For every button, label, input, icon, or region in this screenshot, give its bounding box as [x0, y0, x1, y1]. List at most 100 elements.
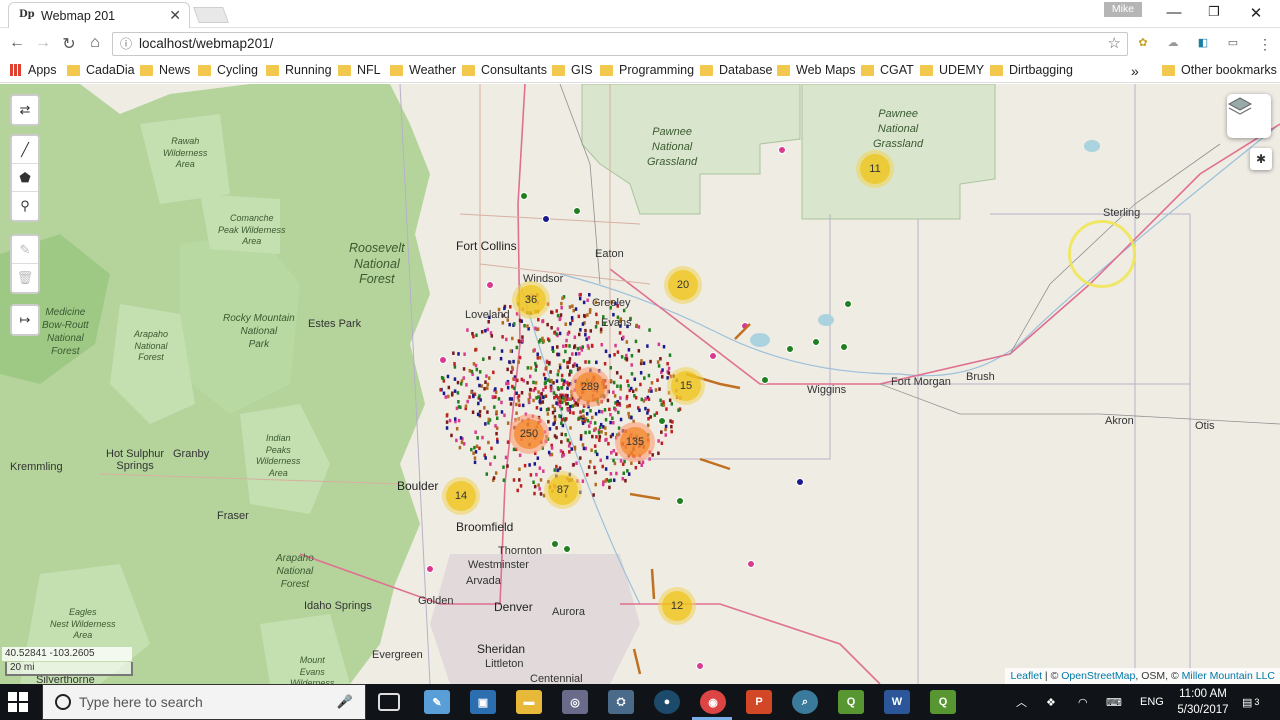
browser-tab-active[interactable]: Dp Webmap 201 ✕ — [8, 2, 190, 28]
task-view-icon[interactable] — [378, 693, 400, 711]
extension-icon[interactable]: ◧ — [1194, 36, 1212, 52]
powerpoint-icon[interactable]: P — [746, 690, 772, 714]
window-close-icon[interactable]: ✕ — [1244, 4, 1268, 22]
edit-icon[interactable]: ✎ — [12, 236, 38, 264]
map-feature-line[interactable] — [629, 492, 661, 501]
microphone-icon[interactable]: 🎤 — [337, 694, 353, 710]
polyline-icon[interactable]: ╱ — [12, 136, 38, 164]
osm-link[interactable]: OpenStreetMap — [1061, 670, 1135, 682]
marker-cluster[interactable]: 135 — [615, 422, 655, 462]
wifi-icon[interactable]: ◠ — [1078, 684, 1088, 720]
back-icon[interactable]: ← — [6, 34, 28, 52]
map-feature-line[interactable] — [650, 568, 656, 600]
app-icon[interactable]: ◎ — [562, 690, 588, 714]
map-feature-line[interactable] — [632, 648, 642, 675]
polygon-icon[interactable]: ⬟ — [12, 164, 38, 192]
dropbox-icon[interactable]: ❖ — [1046, 684, 1056, 720]
qgis-icon[interactable]: Q — [930, 690, 956, 714]
bookmark-folder[interactable]: Dirtbagging — [990, 63, 1073, 77]
site-info-icon[interactable]: ⓘ — [120, 33, 132, 55]
map-feature-point[interactable] — [573, 207, 581, 215]
map-feature-point[interactable] — [840, 343, 848, 351]
bookmark-folder[interactable]: Running — [266, 63, 332, 77]
marker-cluster[interactable]: 14 — [442, 477, 480, 515]
marker-cluster[interactable]: 20 — [664, 266, 702, 304]
bookmark-folder[interactable]: UDEMY — [920, 63, 984, 77]
file-explorer-icon[interactable]: ▬ — [516, 690, 542, 714]
map-feature-point[interactable] — [658, 417, 666, 425]
tray-overflow-icon[interactable]: ︿ — [1016, 684, 1027, 720]
marker-cluster[interactable]: 36 — [512, 281, 550, 319]
chrome-icon[interactable]: ◉ — [700, 690, 726, 714]
restore-icon[interactable]: ❐ — [1202, 4, 1226, 20]
sidebar-toggle-icon[interactable]: ↦ — [12, 306, 38, 334]
bookmark-folder[interactable]: CGAT — [861, 63, 914, 77]
cloud-extension-icon[interactable]: ☁ — [1164, 36, 1182, 52]
app-icon[interactable]: ● — [654, 690, 680, 714]
map-feature-point[interactable] — [676, 497, 684, 505]
map-feature-point[interactable] — [812, 338, 820, 346]
map-feature-point[interactable] — [786, 345, 794, 353]
map-feature-point[interactable] — [439, 356, 447, 364]
map-feature-point[interactable] — [747, 560, 755, 568]
bookmark-folder[interactable]: Programming — [600, 63, 694, 77]
miller-mountain-link[interactable]: Miller Mountain LLC — [1182, 670, 1275, 682]
keyboard-icon[interactable]: ⌨ — [1106, 684, 1122, 720]
map-feature-point[interactable] — [542, 215, 550, 223]
app-icon[interactable]: ⛭ — [608, 690, 634, 714]
map-feature-point[interactable] — [520, 192, 528, 200]
bookmarks-overflow[interactable]: » — [1131, 63, 1139, 79]
action-center-icon[interactable]: ▤ 3 — [1242, 684, 1259, 720]
new-tab-button[interactable] — [193, 7, 229, 23]
marker-cluster[interactable]: 15 — [667, 367, 705, 405]
bookmark-folder[interactable]: Consultants — [462, 63, 547, 77]
marker-cluster[interactable]: 12 — [658, 587, 696, 625]
marker-cluster[interactable]: 250 — [509, 414, 549, 454]
bookmark-folder[interactable]: Web Maps — [777, 63, 856, 77]
profile-button[interactable]: Mike — [1104, 2, 1142, 17]
map-feature-point[interactable] — [844, 300, 852, 308]
app-icon[interactable]: ▣ — [470, 690, 496, 714]
css-extension-icon[interactable]: ✿ — [1134, 36, 1152, 52]
qgis-icon[interactable]: Q — [838, 690, 864, 714]
map-feature-point[interactable] — [709, 352, 717, 360]
bookmark-folder[interactable]: NFL — [338, 63, 381, 77]
map-feature-point[interactable] — [796, 478, 804, 486]
bookmark-folder[interactable]: Cycling — [198, 63, 258, 77]
leaflet-link[interactable]: Leaflet — [1010, 670, 1042, 682]
bookmark-apps[interactable]: Apps — [10, 63, 57, 77]
word-icon[interactable]: W — [884, 690, 910, 714]
bookmark-folder[interactable]: News — [140, 63, 190, 77]
cast-icon[interactable]: ▭ — [1224, 36, 1242, 52]
home-icon[interactable]: ⌂ — [84, 34, 106, 52]
reload-icon[interactable]: ↻ — [58, 34, 80, 54]
map-feature-point[interactable] — [696, 662, 704, 670]
app-icon[interactable]: ✎ — [424, 690, 450, 714]
marker-cluster[interactable]: 289 — [570, 367, 610, 407]
marker-cluster[interactable]: 87 — [544, 471, 582, 509]
bookmark-folder[interactable]: GIS — [552, 63, 593, 77]
windows-start-icon[interactable] — [8, 692, 28, 712]
map-feature-point[interactable] — [426, 565, 434, 573]
map-feature-line[interactable] — [699, 457, 731, 471]
leaflet-map[interactable]: Roosevelt National Forest Rocky Mountain… — [0, 84, 1280, 684]
taskbar-search[interactable]: Type here to search 🎤 — [42, 684, 366, 720]
address-bar[interactable]: ⓘ localhost/webmap201/ ☆ — [112, 32, 1128, 56]
map-feature-point[interactable] — [551, 540, 559, 548]
locate-icon[interactable]: ✱ — [1250, 148, 1272, 170]
bookmark-folder[interactable]: CadaDia — [67, 63, 135, 77]
taskbar-clock[interactable]: 11:00 AM 5/30/2017 — [1172, 686, 1234, 718]
minimize-icon[interactable]: — — [1162, 4, 1186, 21]
marker-cluster[interactable]: 11 — [856, 150, 894, 188]
map-feature-point[interactable] — [761, 376, 769, 384]
menu-icon[interactable]: ⋮ — [1256, 36, 1274, 52]
bookmark-folder[interactable]: Database — [700, 63, 773, 77]
app-icon[interactable]: ⌕ — [792, 690, 818, 714]
swap-arrows-icon[interactable]: ⇄ — [12, 96, 38, 124]
language-indicator[interactable]: ENG — [1140, 684, 1164, 720]
map-feature-point[interactable] — [563, 545, 571, 553]
bookmark-star-icon[interactable]: ☆ — [1108, 33, 1121, 55]
tab-close-icon[interactable]: ✕ — [169, 7, 181, 24]
layers-control-button[interactable] — [1227, 94, 1271, 138]
map-feature-point[interactable] — [778, 146, 786, 154]
